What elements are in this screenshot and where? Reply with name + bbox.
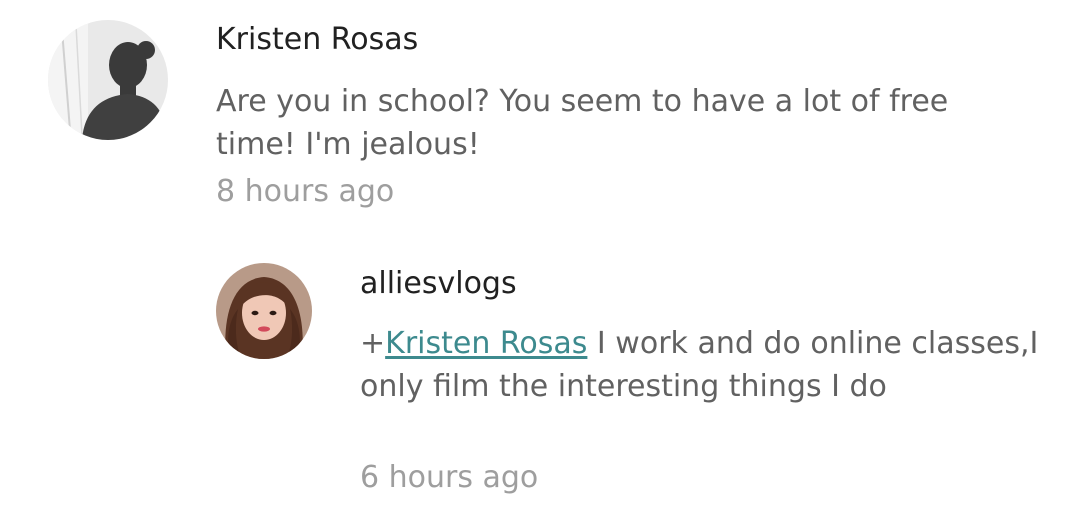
avatar[interactable]: [216, 263, 312, 359]
mention-prefix: +: [360, 326, 386, 361]
silhouette-avatar-icon: [48, 20, 168, 140]
comment-timestamp: 6 hours ago: [360, 460, 539, 495]
comment-text: Are you in school? You seem to have a lo…: [216, 84, 949, 162]
comment-author[interactable]: Kristen Rosas: [216, 22, 418, 58]
avatar[interactable]: [48, 20, 168, 140]
comment-timestamp: 8 hours ago: [216, 174, 395, 209]
comment-text: +Kristen Rosas I work and do online clas…: [360, 322, 1040, 408]
mention-link[interactable]: Kristen Rosas: [385, 326, 587, 361]
portrait-avatar-icon: [216, 263, 312, 359]
comment-author[interactable]: alliesvlogs: [360, 266, 517, 302]
